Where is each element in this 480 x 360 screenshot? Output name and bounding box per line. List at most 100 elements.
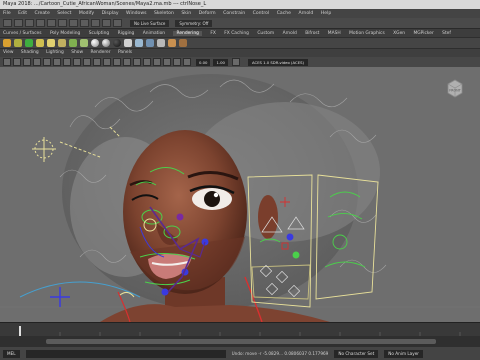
redo-icon[interactable]: [47, 19, 56, 27]
ipr-render-icon[interactable]: [135, 39, 143, 47]
tab-poly-modeling[interactable]: Poly Modeling: [50, 31, 80, 36]
gate-mask-icon[interactable]: [73, 58, 81, 66]
wireframe-icon[interactable]: [103, 58, 111, 66]
new-scene-icon[interactable]: [3, 19, 12, 27]
render-settings-icon[interactable]: [146, 39, 154, 47]
grid-icon[interactable]: [43, 58, 51, 66]
mel-label[interactable]: MEL: [3, 349, 20, 358]
camera-icon[interactable]: [3, 39, 11, 47]
snap-point-icon[interactable]: [113, 19, 122, 27]
viewport-panel[interactable]: View Shading Lighting Show Renderer Pane…: [0, 49, 480, 322]
point-light-icon[interactable]: [47, 39, 55, 47]
hypershade-icon[interactable]: [157, 39, 165, 47]
camera-aim-icon[interactable]: [14, 39, 22, 47]
spot-light-icon[interactable]: [36, 39, 44, 47]
menu-control[interactable]: Control: [253, 11, 270, 16]
select-camera-icon[interactable]: [3, 58, 11, 66]
tab-fx-caching[interactable]: FX Caching: [224, 31, 249, 36]
tab-rigging[interactable]: Rigging: [118, 31, 135, 36]
save-scene-icon[interactable]: [25, 19, 34, 27]
menu-file[interactable]: File: [3, 11, 11, 16]
character-set-dropdown[interactable]: No Character Set: [334, 349, 379, 358]
viewport-menu-show[interactable]: Show: [71, 50, 83, 55]
menu-arnold[interactable]: Arnold: [298, 11, 313, 16]
select-hierarchy-icon[interactable]: [58, 19, 67, 27]
safe-action-icon[interactable]: [93, 58, 101, 66]
select-component-icon[interactable]: [80, 19, 89, 27]
menu-skin[interactable]: Skin: [181, 11, 191, 16]
tab-motion-graphics[interactable]: Motion Graphics: [349, 31, 385, 36]
menu-skeleton[interactable]: Skeleton: [154, 11, 174, 16]
tab-sculpting[interactable]: Sculpting: [89, 31, 110, 36]
menu-edit[interactable]: Edit: [18, 11, 27, 16]
tab-fx[interactable]: FX: [210, 31, 216, 36]
shadows-icon[interactable]: [153, 58, 161, 66]
menu-select[interactable]: Select: [57, 11, 71, 16]
tab-custom[interactable]: Custom: [257, 31, 274, 36]
camera-near-field[interactable]: 0.00: [196, 58, 211, 66]
render-view-icon[interactable]: [168, 39, 176, 47]
lambert-shader-icon[interactable]: [102, 39, 110, 47]
tab-arnold[interactable]: Arnold: [283, 31, 297, 36]
tab-xgen[interactable]: XGen: [393, 31, 405, 36]
area-light-icon[interactable]: [25, 39, 33, 47]
tab-mash[interactable]: MASH: [328, 31, 341, 36]
use-all-lights-icon[interactable]: [143, 58, 151, 66]
viewcube[interactable]: FRONT: [444, 77, 466, 99]
textured-icon[interactable]: [133, 58, 141, 66]
directional-light-icon[interactable]: [58, 39, 66, 47]
light-editor-icon[interactable]: [179, 39, 187, 47]
viewport-menu-view[interactable]: View: [3, 50, 13, 55]
open-scene-icon[interactable]: [14, 19, 23, 27]
tab-animation[interactable]: Animation: [143, 31, 165, 36]
undo-icon[interactable]: [36, 19, 45, 27]
wireframe-on-shaded-icon[interactable]: [123, 58, 131, 66]
snap-grid-icon[interactable]: [91, 19, 100, 27]
tab-rendering[interactable]: Rendering: [173, 31, 202, 36]
isolate-select-icon[interactable]: [173, 58, 181, 66]
command-input[interactable]: [25, 349, 226, 358]
blinn-shader-icon[interactable]: [91, 39, 99, 47]
bookmark-icon[interactable]: [23, 58, 31, 66]
symmetry-field[interactable]: Symmetry: Off: [175, 19, 213, 27]
ambient-light-icon[interactable]: [69, 39, 77, 47]
menu-create[interactable]: Create: [35, 11, 50, 16]
select-object-icon[interactable]: [69, 19, 78, 27]
menu-display[interactable]: Display: [102, 11, 119, 16]
phong-shader-icon[interactable]: [113, 39, 121, 47]
tab-stef[interactable]: Stef: [442, 31, 451, 36]
resolution-gate-icon[interactable]: [63, 58, 71, 66]
viewport-menu-panels[interactable]: Panels: [118, 50, 132, 55]
scene-render[interactable]: [0, 67, 480, 322]
ambient-occlusion-icon[interactable]: [163, 58, 171, 66]
smooth-shade-icon[interactable]: [113, 58, 121, 66]
tab-mgpicker[interactable]: MGPicker: [413, 31, 433, 36]
menu-cache[interactable]: Cache: [277, 11, 291, 16]
volume-light-icon[interactable]: [80, 39, 88, 47]
field-chart-icon[interactable]: [83, 58, 91, 66]
colorspace-dropdown[interactable]: ACES 1.0 SDR-video (ACES): [247, 58, 308, 66]
xray-icon[interactable]: [183, 58, 191, 66]
tab-bifrost[interactable]: Bifrost: [305, 31, 319, 36]
camera-attributes-icon[interactable]: [13, 58, 21, 66]
snap-curve-icon[interactable]: [102, 19, 111, 27]
menu-help[interactable]: Help: [321, 11, 331, 16]
menu-modify[interactable]: Modify: [79, 11, 94, 16]
live-surface-field[interactable]: No Live Surface: [130, 19, 170, 27]
render-icon[interactable]: [124, 39, 132, 47]
time-slider[interactable]: [0, 322, 480, 338]
anim-layer-dropdown[interactable]: No Anim Layer: [384, 349, 424, 358]
menu-windows[interactable]: Windows: [126, 11, 147, 16]
menu-deform[interactable]: Deform: [199, 11, 216, 16]
range-slider-bar[interactable]: [46, 339, 436, 344]
gamma-icon[interactable]: [231, 58, 240, 66]
viewport-menu-lighting[interactable]: Lighting: [46, 50, 64, 55]
menu-constrain[interactable]: Constrain: [223, 11, 245, 16]
film-gate-icon[interactable]: [53, 58, 61, 66]
image-plane-icon[interactable]: [33, 58, 41, 66]
camera-far-field[interactable]: 1.00: [213, 58, 228, 66]
tab-curves-surfaces[interactable]: Curves / Surfaces: [3, 31, 42, 36]
viewport-menu-shading[interactable]: Shading: [21, 50, 39, 55]
viewport-menu-renderer[interactable]: Renderer: [91, 50, 111, 55]
range-slider[interactable]: [0, 336, 480, 347]
